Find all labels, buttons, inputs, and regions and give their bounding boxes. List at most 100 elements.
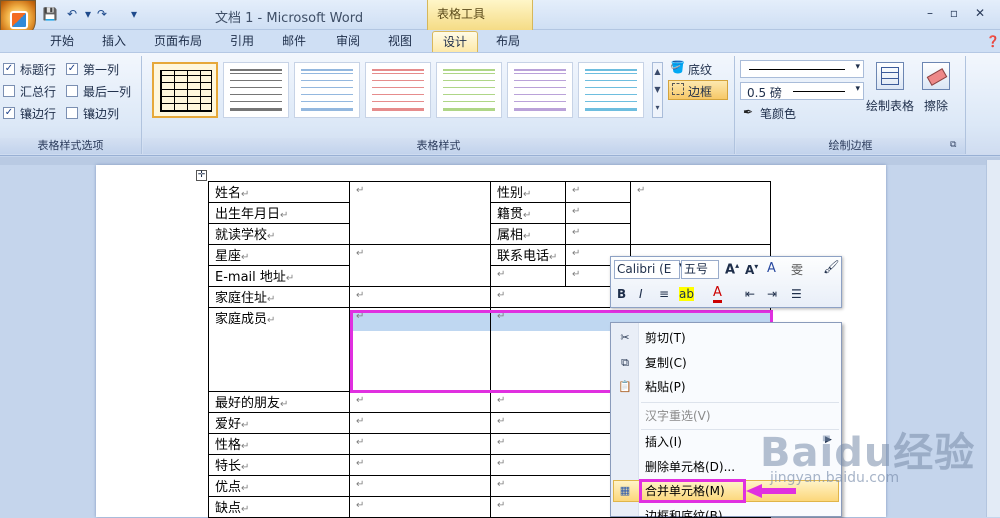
table-cell[interactable]: ↵ bbox=[349, 244, 491, 287]
table-row: 姓名↵ ↵ 性别↵ ↵ ↵ bbox=[208, 181, 771, 245]
tab-references[interactable]: 引用 bbox=[226, 31, 258, 52]
group-label: 绘制边框 bbox=[736, 138, 965, 154]
header-row-label: 标题行 bbox=[20, 63, 57, 77]
font-color-icon[interactable]: A bbox=[713, 285, 722, 303]
table-cell[interactable]: 家庭住址↵ bbox=[208, 286, 350, 308]
styles-icon[interactable]: A bbox=[767, 261, 776, 276]
redo-icon[interactable]: ↷ bbox=[94, 6, 110, 22]
table-cell[interactable]: 属相↵ bbox=[490, 223, 566, 245]
table-cell[interactable]: 缺点↵ bbox=[208, 496, 350, 518]
last-column-label: 最后一列 bbox=[83, 85, 132, 99]
bullets-icon[interactable]: ☰ bbox=[791, 287, 802, 301]
center-icon[interactable]: ≡ bbox=[659, 287, 669, 301]
minimize-icon[interactable]: – bbox=[918, 4, 942, 22]
size-select[interactable]: 五号 bbox=[681, 260, 719, 279]
line-weight-select[interactable]: 0.5 磅 ▾ bbox=[740, 82, 864, 100]
vertical-scrollbar[interactable] bbox=[986, 160, 1000, 517]
line-style-select[interactable]: ▾ bbox=[740, 60, 864, 78]
table-cell[interactable]: ↵ bbox=[490, 265, 566, 287]
table-cell[interactable]: E-mail 地址↵ bbox=[208, 265, 350, 287]
table-cell[interactable]: ↵ bbox=[349, 391, 491, 413]
table-cell[interactable]: 性别↵ bbox=[490, 181, 566, 203]
table-style-thumbnail[interactable] bbox=[436, 62, 502, 118]
table-cell[interactable]: ↵ bbox=[349, 181, 491, 245]
undo-icon[interactable]: ↶ bbox=[64, 6, 80, 22]
table-cell[interactable]: ↵ bbox=[349, 412, 491, 434]
shading-button[interactable]: 底纹 bbox=[688, 61, 712, 78]
menu-cut[interactable]: 剪切(T) bbox=[645, 327, 686, 349]
shrink-font-icon[interactable]: A▾ bbox=[745, 262, 758, 277]
table-cell[interactable]: 联系电话↵ bbox=[490, 244, 566, 266]
bold-icon[interactable]: B bbox=[617, 287, 626, 301]
tab-page-layout[interactable]: 页面布局 bbox=[150, 31, 206, 52]
table-cell[interactable]: 性格↵ bbox=[208, 433, 350, 455]
eraser-button[interactable]: 擦除 bbox=[924, 97, 948, 114]
total-row-checkbox[interactable] bbox=[3, 85, 15, 97]
table-style-thumbnail[interactable] bbox=[365, 62, 431, 118]
borders-icon bbox=[672, 83, 684, 95]
table-cell[interactable]: ↵ bbox=[630, 181, 771, 245]
tab-layout[interactable]: 布局 bbox=[490, 31, 526, 52]
table-cell[interactable]: ↵ bbox=[349, 496, 491, 518]
table-cell[interactable]: ↵ bbox=[349, 475, 491, 497]
table-cell[interactable]: 星座↵ bbox=[208, 244, 350, 266]
close-icon[interactable]: ✕ bbox=[968, 4, 992, 22]
table-style-thumbnail[interactable] bbox=[223, 62, 289, 118]
table-cell[interactable]: ↵ bbox=[349, 433, 491, 455]
customize-qat-icon[interactable]: ▾ bbox=[126, 6, 142, 22]
increase-indent-icon[interactable]: ⇥ bbox=[767, 287, 777, 301]
save-icon[interactable]: 💾 bbox=[42, 6, 58, 22]
table-cell[interactable]: 优点↵ bbox=[208, 475, 350, 497]
table-cell[interactable]: ↵ bbox=[349, 454, 491, 476]
table-style-thumbnail[interactable] bbox=[294, 62, 360, 118]
tab-view[interactable]: 视图 bbox=[384, 31, 416, 52]
table-cell[interactable]: 籍贯↵ bbox=[490, 202, 566, 224]
pen-color-button[interactable]: 笔颜色 bbox=[760, 105, 796, 122]
grow-font-icon[interactable]: A▴ bbox=[725, 261, 739, 277]
borders-button[interactable]: 边框 bbox=[688, 83, 712, 100]
table-cell[interactable]: 家庭成员↵ bbox=[208, 307, 350, 392]
last-column-checkbox[interactable] bbox=[66, 85, 78, 97]
menu-copy[interactable]: 复制(C) bbox=[645, 352, 687, 374]
table-cell[interactable]: ↵ bbox=[565, 181, 631, 203]
menu-insert[interactable]: 插入(I) bbox=[645, 431, 682, 453]
decrease-indent-icon[interactable]: ⇤ bbox=[745, 287, 755, 301]
banded-rows-checkbox[interactable]: ✓ bbox=[3, 107, 15, 119]
table-move-handle-icon[interactable]: ✛ bbox=[196, 170, 207, 181]
table-cell[interactable]: ↵ bbox=[565, 202, 631, 224]
format-painter-icon[interactable]: 🖌 bbox=[823, 260, 840, 275]
table-cell[interactable]: 出生年月日↵ bbox=[208, 202, 350, 224]
table-style-thumbnail[interactable] bbox=[152, 62, 218, 118]
dialog-launcher-icon[interactable]: ⧉ bbox=[950, 140, 956, 150]
tab-insert[interactable]: 插入 bbox=[98, 31, 130, 52]
italic-icon[interactable]: I bbox=[639, 287, 643, 301]
draw-table-button[interactable]: 绘制表格 bbox=[866, 97, 914, 114]
table-style-thumbnail[interactable] bbox=[507, 62, 573, 118]
header-row-checkbox[interactable]: ✓ bbox=[3, 63, 15, 75]
tab-mailings[interactable]: 邮件 bbox=[278, 31, 310, 52]
banded-columns-checkbox[interactable] bbox=[66, 107, 78, 119]
menu-reconvert[interactable]: 汉字重选(V) bbox=[645, 405, 711, 427]
tab-home[interactable]: 开始 bbox=[46, 31, 78, 52]
highlight-icon[interactable]: ab bbox=[679, 287, 694, 301]
styles-scroll[interactable]: ▲ ▼ ▾ bbox=[652, 62, 663, 118]
tab-review[interactable]: 审阅 bbox=[332, 31, 364, 52]
table-cell[interactable]: 最好的朋友↵ bbox=[208, 391, 350, 413]
table-cell[interactable]: 特长↵ bbox=[208, 454, 350, 476]
tab-design[interactable]: 设计 bbox=[432, 31, 478, 52]
table-style-thumbnail[interactable] bbox=[578, 62, 644, 118]
table-cell[interactable]: 就读学校↵ bbox=[208, 223, 350, 245]
cut-icon: ✂ bbox=[620, 331, 630, 344]
menu-borders-shading[interactable]: 边框和底纹(B)... bbox=[645, 505, 734, 517]
menu-delete-cells[interactable]: 删除单元格(D)... bbox=[645, 456, 735, 478]
first-column-checkbox[interactable]: ✓ bbox=[66, 63, 78, 75]
help-icon[interactable]: ❓ bbox=[986, 35, 1000, 48]
table-cell[interactable]: ↵ bbox=[565, 223, 631, 245]
restore-icon[interactable]: ▫ bbox=[942, 4, 966, 22]
phonetic-icon[interactable]: 雯 bbox=[791, 261, 803, 278]
table-cell[interactable]: 姓名↵ bbox=[208, 181, 350, 203]
table-cell[interactable]: ↵ bbox=[349, 286, 491, 308]
font-select[interactable]: Calibri (E bbox=[614, 260, 680, 279]
table-cell[interactable]: 爱好↵ bbox=[208, 412, 350, 434]
menu-paste[interactable]: 粘贴(P) bbox=[645, 376, 686, 398]
